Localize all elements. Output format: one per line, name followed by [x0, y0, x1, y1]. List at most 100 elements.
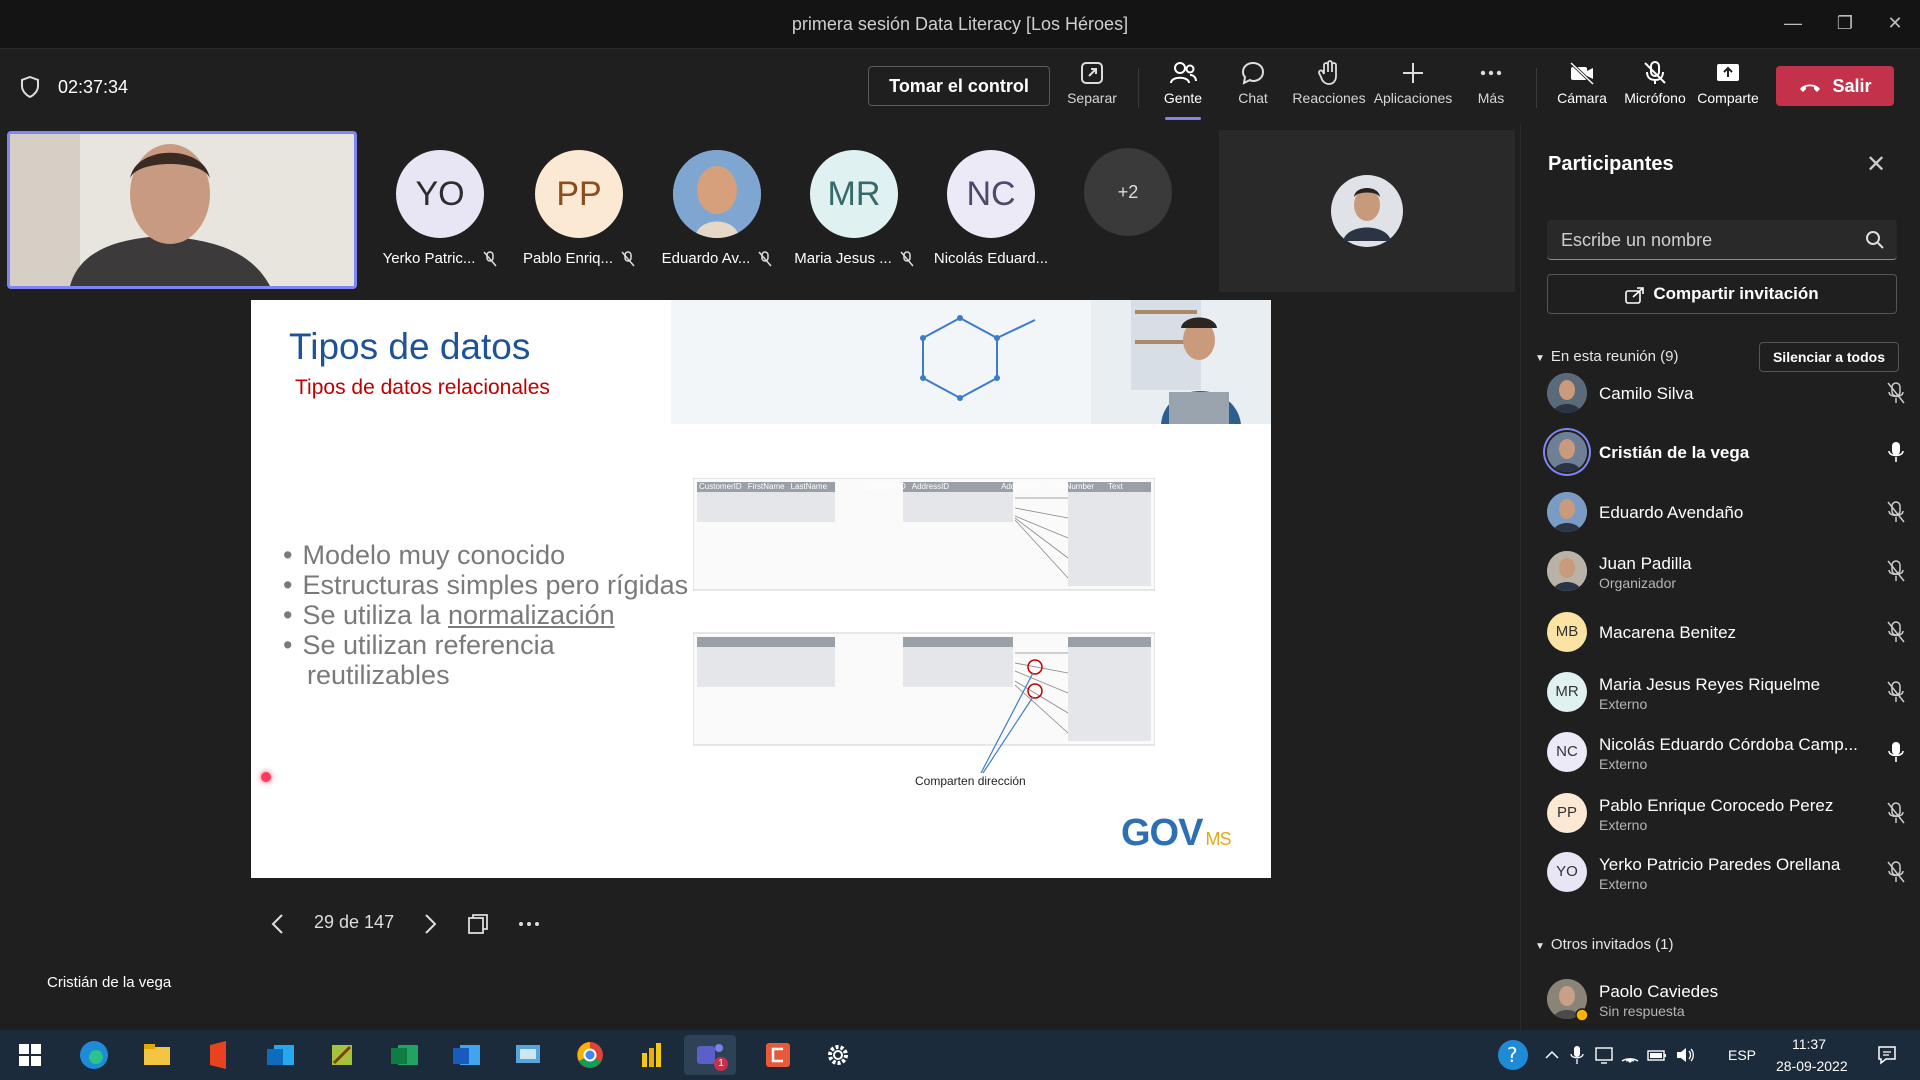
separar-button[interactable]: Separar	[1056, 60, 1128, 118]
aplicaciones-button[interactable]: Aplicaciones	[1370, 60, 1456, 118]
participant-tile[interactable]: NC Nicolás Eduard...	[926, 150, 1056, 267]
participant-row[interactable]: NC Nicolás Eduardo Córdoba Camp... Externo	[1547, 729, 1917, 779]
notifications-icon[interactable]	[1876, 1044, 1898, 1066]
share-invite-button[interactable]: Compartir invitación	[1547, 274, 1897, 314]
participant-row[interactable]: MR Maria Jesus Reyes Riquelme Externo	[1547, 669, 1917, 719]
take-control-button[interactable]: Tomar el control	[868, 66, 1050, 106]
mic-off-icon[interactable]	[1887, 861, 1905, 883]
participant-tile[interactable]: PP Pablo Enriq...	[514, 150, 644, 267]
leave-button[interactable]: Salir	[1776, 66, 1894, 106]
divider	[1138, 68, 1139, 108]
presenter-app-icon[interactable]	[758, 1035, 798, 1075]
restore-button[interactable]: ❐	[1822, 8, 1868, 38]
participant-video-tile[interactable]	[1219, 130, 1515, 292]
others-label: Otros invitados (1)	[1550, 936, 1674, 953]
edge-icon[interactable]	[74, 1035, 114, 1075]
participant-name: Eduardo Avendaño	[1599, 503, 1744, 522]
mic-off-icon[interactable]	[1887, 382, 1905, 404]
more-participants-button[interactable]: +2	[1084, 148, 1172, 236]
outlook-icon[interactable]	[260, 1035, 300, 1075]
mic-off-icon	[483, 251, 497, 267]
participant-tile[interactable]: MR Maria Jesus ...	[789, 150, 919, 267]
mic-off-icon[interactable]	[1887, 501, 1905, 523]
more-options-icon[interactable]	[516, 912, 542, 936]
reacciones-button[interactable]: Reacciones	[1292, 60, 1366, 118]
participant-role: Externo	[1599, 876, 1648, 892]
participant-row[interactable]: Eduardo Avendaño	[1547, 489, 1917, 539]
close-panel-icon[interactable]: ✕	[1866, 150, 1886, 179]
windows-taskbar: 1 ? ESP 11:37 28-09-2022	[0, 1030, 1920, 1080]
microphone-button[interactable]: Micrófono	[1619, 60, 1691, 118]
chevron-up-icon[interactable]	[1544, 1047, 1560, 1063]
bullet-item: Se utiliza la normalización	[283, 600, 688, 630]
window-title: primera sesión Data Literacy [Los Héroes…	[791, 14, 1129, 34]
settings-gear-icon[interactable]	[818, 1035, 858, 1075]
language-indicator[interactable]: ESP	[1728, 1047, 1756, 1063]
battery-icon[interactable]	[1646, 1045, 1668, 1065]
windows-start-icon[interactable]	[18, 1043, 42, 1067]
mic-on-icon[interactable]	[1887, 741, 1905, 763]
participant-row[interactable]: Camilo Silva	[1547, 370, 1917, 420]
chat-button[interactable]: Chat	[1217, 60, 1289, 118]
participant-tile[interactable]: YO Yerko Patric...	[375, 150, 505, 267]
mute-all-button[interactable]: Silenciar a todos	[1759, 342, 1899, 372]
table-diagram-top	[693, 478, 1155, 591]
word-icon[interactable]	[446, 1035, 486, 1075]
mic-off-icon	[900, 251, 914, 267]
display-icon[interactable]	[1594, 1045, 1614, 1065]
teams-badge: 1	[714, 1057, 728, 1071]
mic-on-icon[interactable]	[1887, 441, 1905, 463]
table-header: FirstName	[747, 482, 785, 491]
participant-tile[interactable]: Eduardo Av...	[652, 150, 782, 267]
invited-participant-row[interactable]: Paolo Caviedes Sin respuesta	[1547, 976, 1917, 1026]
other-invited-section-toggle[interactable]: ▼ Otros invitados (1)	[1535, 936, 1673, 953]
self-video[interactable]	[7, 131, 357, 289]
power-bi-icon[interactable]	[632, 1035, 672, 1075]
previous-slide-icon[interactable]	[268, 912, 288, 936]
participant-row[interactable]: Juan Padilla Organizador	[1547, 548, 1917, 598]
participant-search-input[interactable]: Escribe un nombre	[1547, 220, 1897, 260]
wifi-icon[interactable]	[1620, 1045, 1640, 1065]
control-panel-icon[interactable]	[508, 1035, 548, 1075]
chat-icon	[1241, 61, 1265, 85]
gente-button[interactable]: Gente	[1147, 60, 1219, 120]
chrome-icon[interactable]	[570, 1035, 610, 1075]
microphone-icon[interactable]	[1570, 1045, 1584, 1065]
mic-off-icon[interactable]	[1887, 802, 1905, 824]
clock-date[interactable]: 28-09-2022	[1776, 1058, 1848, 1074]
phone-hangup-icon	[1800, 84, 1821, 93]
excel-icon[interactable]	[384, 1035, 424, 1075]
clock-time[interactable]: 11:37	[1792, 1036, 1826, 1052]
table-header: CustomerID	[699, 482, 742, 491]
teams-taskbar-button[interactable]: 1	[684, 1035, 736, 1075]
minimize-button[interactable]: —	[1770, 8, 1816, 38]
slide-navigation: 29 de 147	[262, 898, 562, 938]
close-window-button[interactable]: ✕	[1872, 8, 1918, 38]
volume-icon[interactable]	[1674, 1045, 1696, 1065]
mas-button[interactable]: Más	[1455, 60, 1527, 118]
hand-icon	[1318, 60, 1337, 85]
participant-row[interactable]: Cristián de la vega	[1547, 429, 1917, 479]
mic-off-icon[interactable]	[1887, 621, 1905, 643]
in-meeting-section-toggle[interactable]: ▼ En esta reunión (9)	[1535, 348, 1678, 365]
participant-name: Pablo Enriq...	[522, 250, 614, 267]
help-icon[interactable]: ?	[1496, 1038, 1530, 1072]
file-explorer-icon[interactable]	[136, 1035, 176, 1075]
scissors-app-icon[interactable]	[322, 1035, 362, 1075]
presentation-slide[interactable]: Tipos de datos Tipos de datos relacional…	[251, 300, 1271, 878]
meeting-stage: YO Yerko Patric... PP Pablo Enriq... Edu…	[0, 124, 1520, 1030]
participant-role: Externo	[1599, 696, 1648, 712]
participant-row[interactable]: PP Pablo Enrique Corocedo Perez Externo	[1547, 790, 1917, 840]
participant-row[interactable]: YO Yerko Patricio Paredes Orellana Externo	[1547, 849, 1917, 899]
share-button[interactable]: Comparte	[1692, 60, 1764, 118]
participant-row[interactable]: MB Macarena Benitez	[1547, 609, 1917, 659]
mic-off-icon[interactable]	[1887, 560, 1905, 582]
next-slide-icon[interactable]	[420, 912, 440, 936]
slide-grid-icon[interactable]	[466, 912, 490, 936]
normalizacion-link[interactable]: normalización	[448, 600, 615, 630]
mic-off-icon[interactable]	[1887, 681, 1905, 703]
camera-button[interactable]: Cámara	[1546, 60, 1618, 118]
participant-role: Externo	[1599, 817, 1648, 833]
office-icon[interactable]	[198, 1035, 238, 1075]
participant-name: Juan Padilla	[1599, 554, 1692, 573]
